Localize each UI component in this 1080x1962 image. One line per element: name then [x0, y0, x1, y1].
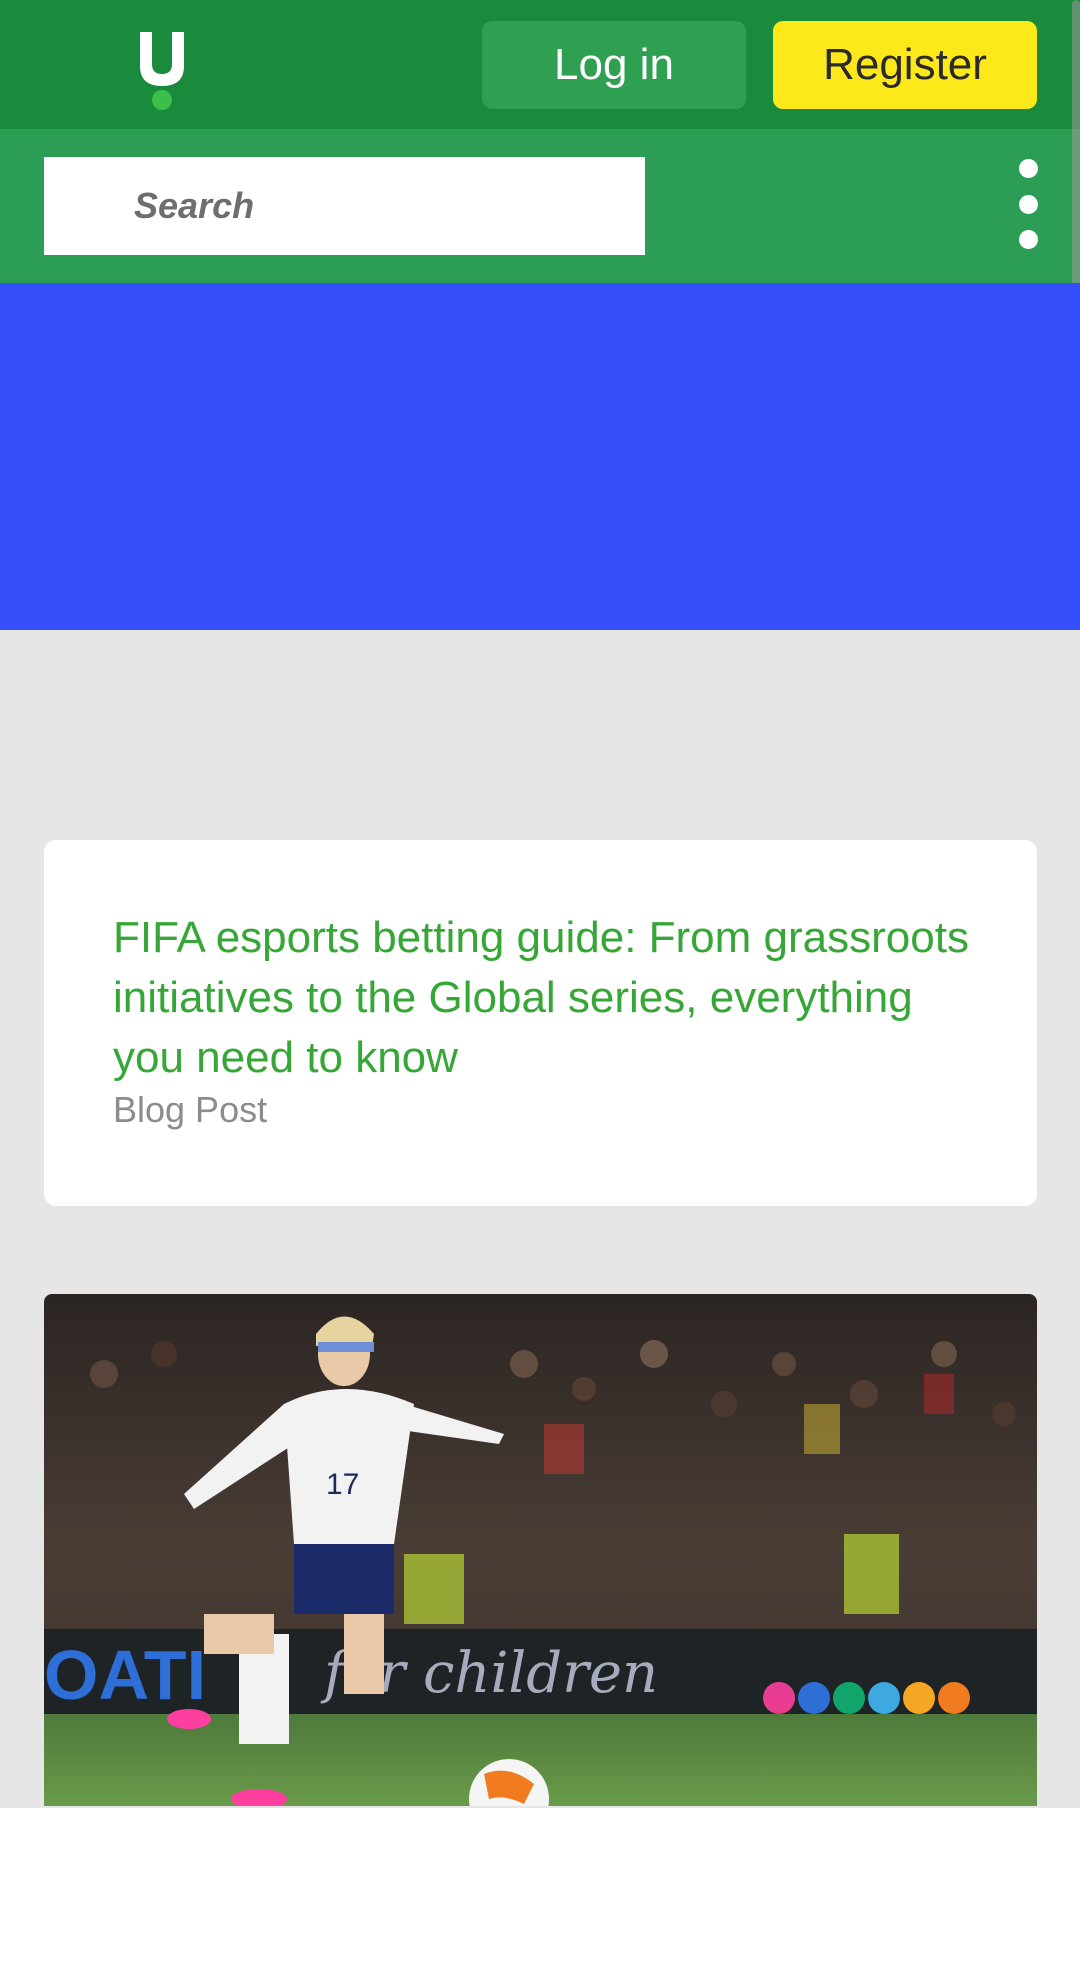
- top-header: Log in Register: [0, 0, 1080, 129]
- bottom-blank-area: [0, 1808, 1080, 1962]
- search-input[interactable]: [132, 175, 645, 237]
- kebab-menu-icon[interactable]: [1012, 159, 1044, 249]
- shirt-number: 17: [326, 1468, 359, 1501]
- article-image[interactable]: OATI for children 17: [44, 1294, 1037, 1806]
- search-box[interactable]: [44, 157, 645, 255]
- result-title[interactable]: FIFA esports betting guide: From grassro…: [113, 908, 969, 1088]
- search-bar: [0, 129, 1080, 283]
- scrollbar[interactable]: [1072, 0, 1080, 295]
- hero-banner: [0, 283, 1080, 630]
- banner-text-left: OATI: [44, 1636, 206, 1714]
- menu-dot: [1018, 194, 1038, 214]
- unibet-logo[interactable]: [136, 30, 188, 110]
- search-result-card[interactable]: FIFA esports betting guide: From grassro…: [44, 840, 1037, 1206]
- login-button[interactable]: Log in: [482, 21, 746, 109]
- menu-dot: [1018, 159, 1038, 178]
- result-type: Blog Post: [113, 1089, 268, 1130]
- menu-dot: [1018, 230, 1038, 249]
- football-player-photo: OATI for children 17: [44, 1294, 1037, 1806]
- register-button[interactable]: Register: [773, 21, 1037, 109]
